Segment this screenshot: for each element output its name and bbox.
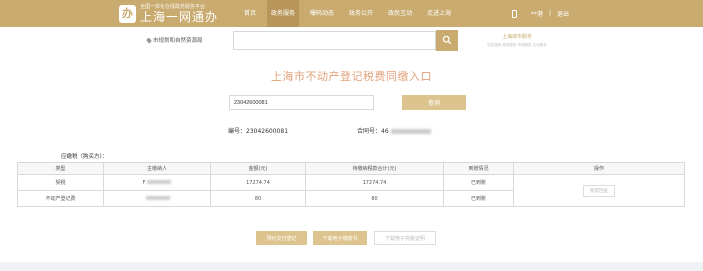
user-name[interactable]: **港 (531, 9, 543, 18)
redacted-text (146, 196, 170, 200)
logo-icon: 办 (119, 4, 136, 23)
section-label: 应缴税（购买方）： (61, 154, 108, 160)
mobile-icon[interactable] (512, 9, 517, 18)
contract-label: 合同号： (357, 128, 382, 135)
nav-shanghai[interactable]: 走进上海 (423, 0, 455, 27)
page-title: 上海市不动产登记税费同缴入口 (271, 70, 432, 83)
top-header: 办 全国一体化在线政务服务平台 上海一网通办 首页 政务服务 曝码动态 政务公开… (0, 0, 703, 27)
col-type: 类型 (17, 162, 104, 175)
nav-public[interactable]: 政务公开 (345, 0, 377, 27)
search-icon (442, 35, 452, 45)
query-button[interactable]: 查询 (402, 95, 466, 110)
cell-payer: F (103, 174, 211, 191)
cell-action: 税票回查 (513, 174, 685, 207)
main-nav: 首页 政务服务 曝码动态 政务公开 政民互动 走进上海 (240, 0, 455, 27)
location-pin-icon (145, 36, 153, 44)
city-service-brand[interactable]: 上海城市服务 民生服务 政务服务 市场服务 文化服务 (482, 33, 552, 48)
cell-type: 契税 (17, 174, 104, 191)
col-total: 待缴纳税款合计(元) (305, 162, 444, 175)
cell-amount: 80 (210, 190, 306, 207)
nav-services[interactable]: 政务服务 (267, 0, 300, 27)
tax-table: 类型 主缴纳人 金额(元) 待缴纳税款合计(元) 到账情况 操作 契税 F 17… (17, 162, 685, 207)
redacted-text (390, 129, 431, 134)
appointment-button[interactable]: 预约交付登记 (256, 231, 307, 245)
code-label: 编号： (228, 128, 247, 135)
receipt-check-button[interactable]: 税票回查 (583, 184, 615, 197)
contract-value: 46 (381, 128, 389, 135)
col-payer: 主缴纳人 (103, 162, 211, 175)
nav-interaction[interactable]: 政民互动 (384, 0, 416, 27)
region-selector[interactable]: 市规划和自然资源局 (145, 36, 203, 44)
divider: | (549, 10, 552, 17)
cell-amount: 17274.74 (210, 174, 306, 191)
nav-home[interactable]: 首页 (240, 0, 260, 27)
cell-type: 不动产登记费 (17, 190, 104, 207)
table-row: 契税 F 17274.74 17274.74 已到账 税票回查 (17, 174, 685, 207)
query-input[interactable] (229, 95, 374, 110)
cell-payer (103, 190, 211, 207)
redacted-text (147, 180, 172, 184)
col-action: 操作 (513, 162, 685, 175)
download-certificate-button[interactable]: 下载电子完税证明 (374, 231, 436, 245)
contract-info: 合同号：46 (357, 126, 431, 135)
search-input[interactable] (233, 31, 436, 50)
col-amount: 金额(元) (210, 162, 306, 175)
region-label: 市规划和自然资源局 (153, 38, 203, 44)
code-value: 23042600081 (246, 128, 289, 135)
table-header-row: 类型 主缴纳人 金额(元) 待缴纳税款合计(元) 到账情况 操作 (17, 162, 685, 175)
cell-total: 17274.74 (305, 174, 444, 191)
brand-title: 上海城市服务 (501, 34, 532, 40)
download-payment-button[interactable]: 下载电子缴款书 (313, 231, 367, 245)
cell-status: 已到账 (443, 174, 514, 191)
logout-link[interactable]: 退出 (557, 9, 569, 18)
logo-title: 上海一网通办 (140, 9, 219, 24)
cell-status: 已到账 (443, 190, 514, 207)
logo-subtitle: 全国一体化在线政务服务平台 (140, 3, 206, 10)
site-logo[interactable]: 办 全国一体化在线政务服务平台 上海一网通办 (119, 3, 218, 24)
cell-total: 80 (305, 190, 444, 207)
search-button[interactable] (436, 30, 458, 51)
nav-dynamics[interactable]: 曝码动态 (306, 0, 338, 27)
user-area: **港 | 退出 (512, 0, 569, 27)
brand-links: 民生服务 政务服务 市场服务 文化服务 (487, 43, 547, 47)
footer (0, 262, 703, 271)
code-info: 编号：23042600081 (228, 126, 288, 135)
col-status: 到账情况 (443, 162, 514, 175)
